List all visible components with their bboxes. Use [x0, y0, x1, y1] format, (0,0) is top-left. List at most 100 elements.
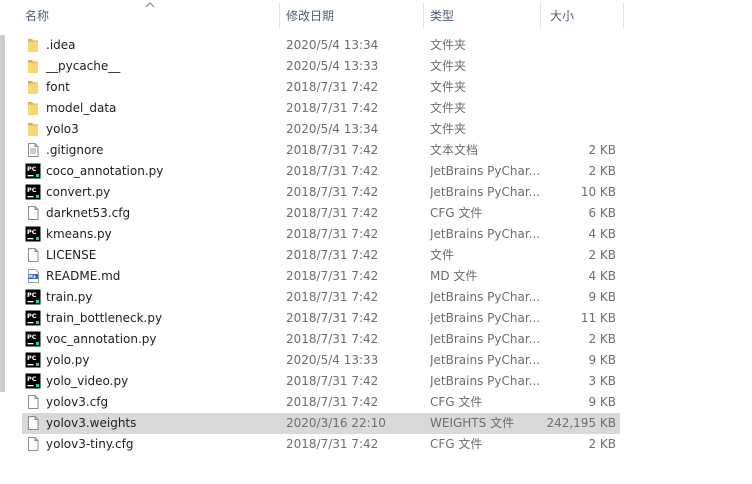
file-name: voc_annotation.py	[46, 332, 157, 346]
file-name: convert.py	[46, 185, 111, 199]
svg-text:PC: PC	[27, 312, 37, 320]
file-row[interactable]: font 2018/7/31 7:42 文件夹	[0, 77, 752, 98]
column-header-type[interactable]: 类型	[430, 0, 530, 30]
file-row[interactable]: PC yolo.py 2020/5/4 13:33 JetBrains PyChar.…	[0, 350, 752, 371]
svg-text:PC: PC	[27, 333, 37, 341]
file-type: CFG 文件	[430, 395, 483, 409]
file-modified-date: 2018/7/31 7:42	[286, 227, 379, 241]
file-name: LICENSE	[46, 248, 97, 262]
file-modified-date: 2018/7/31 7:42	[286, 311, 379, 325]
file-name: model_data	[46, 101, 117, 115]
svg-text:PC: PC	[27, 186, 37, 194]
file-type: 文本文档	[430, 143, 479, 157]
sort-ascending-icon	[145, 2, 155, 8]
file-row[interactable]: .gitignore 2018/7/31 7:42 文本文档 2 KB	[0, 140, 752, 161]
column-header-size[interactable]: 大小	[550, 0, 610, 30]
file-row[interactable]: .idea 2020/5/4 13:34 文件夹	[0, 35, 752, 56]
file-modified-date: 2018/7/31 7:42	[286, 143, 379, 157]
file-type: 文件	[430, 248, 455, 262]
svg-text:PC: PC	[27, 375, 37, 383]
file-row-selected[interactable]: yolov3.weights 2020/3/16 22:10 WEIGHTS 文件 2…	[0, 413, 752, 434]
file-row[interactable]: PC kmeans.py 2018/7/31 7:42 JetBrains PyCha…	[0, 224, 752, 245]
file-size: 11 KB	[580, 311, 616, 325]
file-row[interactable]: PC yolo_video.py 2018/7/31 7:42 JetBrains P…	[0, 371, 752, 392]
file-row[interactable]: PC voc_annotation.py 2018/7/31 7:42 JetBrai…	[0, 329, 752, 350]
file-row[interactable]: yolov3-tiny.cfg 2018/7/31 7:42 CFG 文件 2 KB	[0, 434, 752, 455]
column-divider[interactable]	[423, 2, 424, 28]
file-type: JetBrains PyChar...	[430, 290, 540, 304]
file-name: .gitignore	[46, 143, 104, 157]
text-file-icon	[25, 142, 41, 158]
blank-file-icon	[25, 415, 41, 431]
file-row[interactable]: PC convert.py 2018/7/31 7:42 JetBrains PyCh…	[0, 182, 752, 203]
file-size: 10 KB	[580, 185, 616, 199]
file-name: __pycache__	[46, 59, 121, 73]
column-header-date[interactable]: 修改日期	[286, 0, 416, 30]
file-size: 4 KB	[588, 227, 616, 241]
file-size: 2 KB	[588, 437, 616, 451]
blank-file-icon	[25, 436, 41, 452]
file-type: JetBrains PyChar...	[430, 185, 540, 199]
file-name: yolov3.weights	[46, 416, 137, 430]
file-name: train.py	[46, 290, 93, 304]
file-type: WEIGHTS 文件	[430, 416, 515, 430]
column-divider[interactable]	[623, 2, 624, 28]
file-modified-date: 2020/5/4 13:34	[286, 38, 379, 52]
file-name: train_bottleneck.py	[46, 311, 163, 325]
file-type: JetBrains PyChar...	[430, 353, 540, 367]
folder-icon	[25, 121, 41, 137]
file-modified-date: 2018/7/31 7:42	[286, 185, 379, 199]
column-divider[interactable]	[540, 2, 541, 28]
file-name: yolo.py	[46, 353, 90, 367]
file-type: 文件夹	[430, 101, 467, 115]
file-row[interactable]: README.md 2018/7/31 7:42 MD 文件 4 KB	[0, 266, 752, 287]
file-type: 文件夹	[430, 38, 467, 52]
file-row[interactable]: PC train_bottleneck.py 2018/7/31 7:42 JetBr…	[0, 308, 752, 329]
file-size	[540, 56, 616, 77]
file-modified-date: 2020/5/4 13:34	[286, 122, 379, 136]
file-size: 9 KB	[588, 290, 616, 304]
file-type: JetBrains PyChar...	[430, 374, 540, 388]
file-name: yolov3-tiny.cfg	[46, 437, 134, 451]
file-size	[540, 77, 616, 98]
file-name: yolov3.cfg	[46, 395, 109, 409]
file-type: 文件夹	[430, 59, 467, 73]
file-row[interactable]: darknet53.cfg 2018/7/31 7:42 CFG 文件 6 KB	[0, 203, 752, 224]
pycharm-file-icon: PC	[25, 352, 41, 368]
file-row[interactable]: __pycache__ 2020/5/4 13:33 文件夹	[0, 56, 752, 77]
folder-icon	[25, 58, 41, 74]
pycharm-file-icon: PC	[25, 184, 41, 200]
blank-file-icon	[25, 394, 41, 410]
svg-text:PC: PC	[27, 165, 37, 173]
file-size	[540, 35, 616, 56]
svg-text:PC: PC	[27, 291, 37, 299]
file-modified-date: 2018/7/31 7:42	[286, 269, 379, 283]
blank-file-icon	[25, 247, 41, 263]
file-size: 2 KB	[588, 143, 616, 157]
pycharm-file-icon: PC	[25, 373, 41, 389]
markdown-file-icon	[25, 268, 41, 284]
file-row[interactable]: LICENSE 2018/7/31 7:42 文件 2 KB	[0, 245, 752, 266]
file-size: 9 KB	[588, 395, 616, 409]
file-modified-date: 2018/7/31 7:42	[286, 374, 379, 388]
file-modified-date: 2018/7/31 7:42	[286, 101, 379, 115]
file-row[interactable]: model_data 2018/7/31 7:42 文件夹	[0, 98, 752, 119]
file-modified-date: 2018/7/31 7:42	[286, 206, 379, 220]
svg-text:PC: PC	[27, 228, 37, 236]
file-row[interactable]: yolov3.cfg 2018/7/31 7:42 CFG 文件 9 KB	[0, 392, 752, 413]
file-type: 文件夹	[430, 122, 467, 136]
blank-file-icon	[25, 205, 41, 221]
file-name: darknet53.cfg	[46, 206, 131, 220]
column-divider[interactable]	[279, 2, 280, 28]
file-type: JetBrains PyChar...	[430, 164, 540, 178]
file-name: yolo3	[46, 122, 79, 136]
file-modified-date: 2018/7/31 7:42	[286, 290, 379, 304]
file-row[interactable]: PC train.py 2018/7/31 7:42 JetBrains PyChar…	[0, 287, 752, 308]
file-row[interactable]: PC coco_annotation.py 2018/7/31 7:42 JetBra…	[0, 161, 752, 182]
file-size: 2 KB	[588, 248, 616, 262]
file-size	[540, 98, 616, 119]
file-row[interactable]: yolo3 2020/5/4 13:34 文件夹	[0, 119, 752, 140]
file-size	[540, 119, 616, 140]
file-name: README.md	[46, 269, 121, 283]
file-modified-date: 2018/7/31 7:42	[286, 437, 379, 451]
